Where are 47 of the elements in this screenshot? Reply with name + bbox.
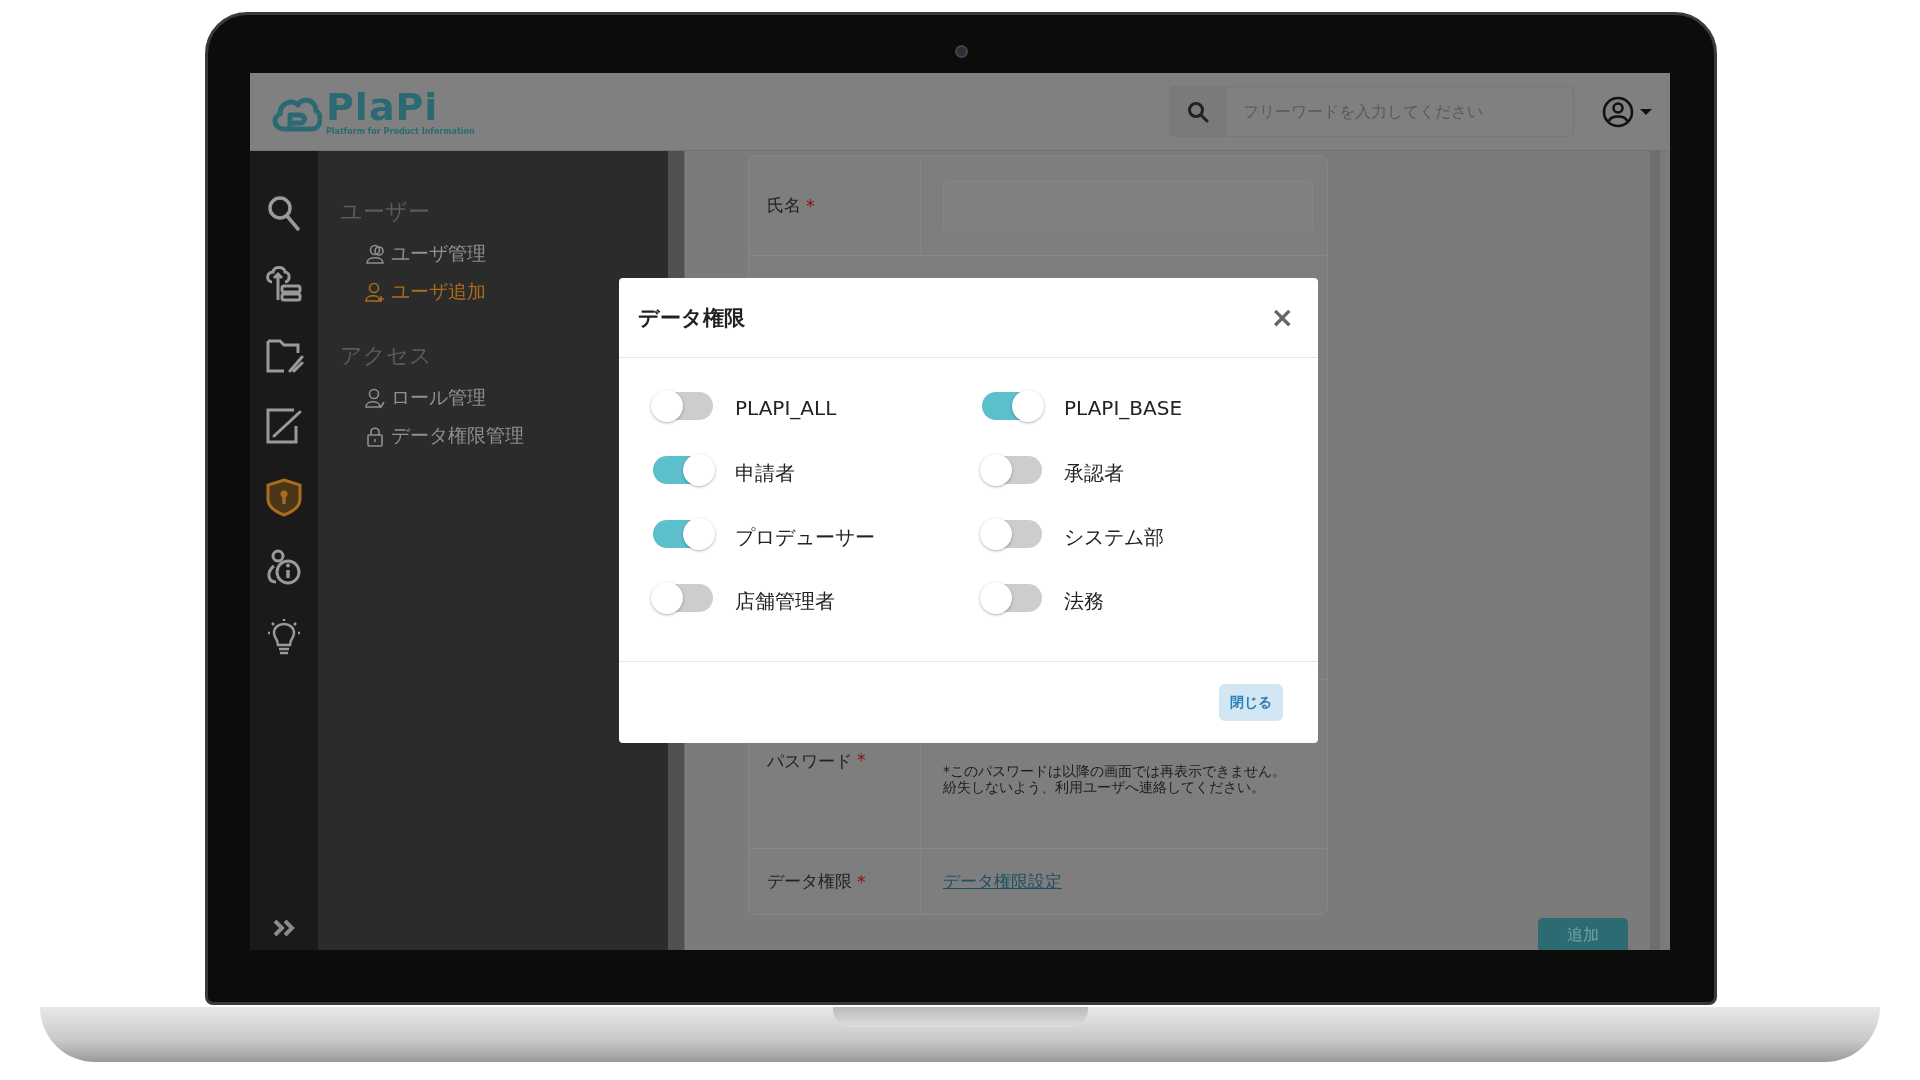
required-mark: *	[806, 195, 815, 216]
toggle-switch[interactable]	[653, 456, 713, 484]
toggle-label: PLAPI_BASE	[1064, 395, 1183, 420]
toggle-label: 申請者	[735, 460, 795, 487]
logo-text: PlaPi	[326, 87, 439, 127]
double-chevron-icon[interactable]	[273, 919, 295, 937]
toggle-switch[interactable]	[653, 520, 713, 548]
menu-item[interactable]: ロール管理	[340, 379, 668, 417]
pencil-square-icon[interactable]	[264, 406, 304, 446]
menu-item[interactable]: ユーザ管理	[340, 235, 668, 273]
person-check-icon	[365, 387, 385, 409]
close-button[interactable]: 閉じる	[1219, 684, 1283, 721]
shield-lock-icon[interactable]	[264, 477, 304, 517]
add-button[interactable]: 追加	[1538, 918, 1628, 950]
user-avatar-icon[interactable]	[1602, 95, 1634, 128]
person-icon	[365, 243, 385, 265]
field-label: データ権限	[767, 870, 852, 894]
required-mark: *	[857, 749, 866, 770]
camera-lens	[955, 45, 968, 58]
password-note: *このパスワードは以降の画面では再表示できません。紛失しないよう、利用ユーザへ連絡してください。	[943, 762, 1287, 795]
toggle-switch[interactable]	[982, 392, 1042, 420]
search-icon[interactable]	[1187, 100, 1209, 123]
cloud-upload-icon[interactable]	[264, 264, 304, 304]
caret-icon[interactable]	[1640, 107, 1652, 116]
scrollbar[interactable]	[1650, 151, 1660, 950]
menu-item[interactable]: データ権限管理	[340, 417, 668, 455]
lock-icon	[365, 425, 385, 447]
field-label: パスワード	[767, 749, 852, 773]
required-mark: *	[857, 871, 866, 892]
toggle-switch[interactable]	[653, 392, 713, 420]
toggle-label: PLAPI_ALL	[735, 395, 837, 420]
toggle-label: 店舗管理者	[735, 588, 835, 615]
toggle-label: プロデューサー	[735, 524, 875, 551]
close-button[interactable]: ×	[1266, 301, 1298, 334]
field-label: 氏名	[767, 194, 801, 218]
toggle-switch[interactable]	[982, 584, 1042, 612]
person-plus-icon	[365, 281, 385, 303]
settings-link[interactable]: データ権限設定	[943, 870, 1062, 894]
toggle-label: システム部	[1064, 524, 1164, 551]
toggle-switch[interactable]	[982, 456, 1042, 484]
search-button[interactable]	[1169, 86, 1226, 137]
toggle-switch[interactable]	[982, 520, 1042, 548]
toggle-switch[interactable]	[653, 584, 713, 612]
toggle-label: 法務	[1064, 588, 1104, 615]
modal-title: データ権限	[638, 304, 745, 332]
toggle-label: 承認者	[1064, 460, 1124, 487]
logo-tagline: Platform for Product Information	[326, 127, 475, 136]
